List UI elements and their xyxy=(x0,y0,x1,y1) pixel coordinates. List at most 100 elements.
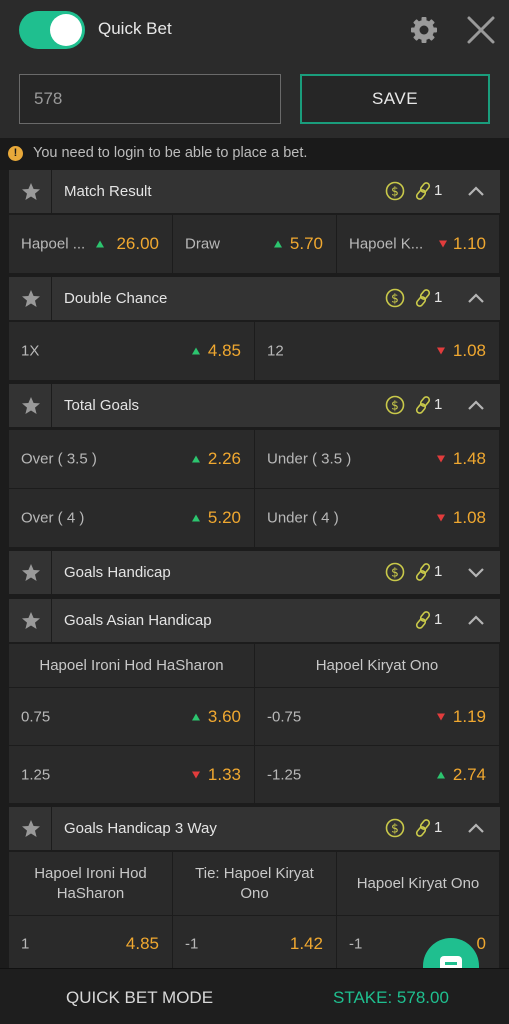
chevron-up-icon[interactable] xyxy=(467,821,485,835)
odds-up-icon xyxy=(96,240,104,248)
favorite-star[interactable] xyxy=(9,384,52,428)
close-icon[interactable] xyxy=(466,14,496,46)
warning-icon: ! xyxy=(8,146,23,161)
outcome-label: Draw xyxy=(185,235,221,253)
warning-text: You need to login to be able to place a … xyxy=(33,145,308,161)
market-count: 1 xyxy=(434,563,443,580)
odds-value: 1.10 xyxy=(452,234,486,253)
outcome-cell[interactable]: Hapoel ... 26.00 xyxy=(9,215,173,274)
team-header: Hapoel Ironi Hod HaSharon xyxy=(9,644,255,688)
odds-value: 4.85 xyxy=(125,933,159,953)
market-title: Match Result xyxy=(64,183,152,200)
outcome-label: Hapoel K... xyxy=(349,235,424,253)
odds-down-icon xyxy=(437,455,445,463)
outcome-cell[interactable]: Over ( 3.5 ) 2.26 xyxy=(9,430,255,489)
svg-text:$: $ xyxy=(391,566,399,580)
team-header: Hapoel Ironi Hod HaSharon xyxy=(9,852,173,916)
dollar-icon: $ xyxy=(385,395,405,415)
outcome-cell[interactable]: 1.25 1.33 xyxy=(9,746,255,804)
favorite-star[interactable] xyxy=(9,599,52,643)
stake-input[interactable]: 578 xyxy=(19,74,281,124)
link-icon xyxy=(415,289,431,307)
quick-bet-toggle[interactable] xyxy=(19,11,85,49)
odds-value: 5.70 xyxy=(289,234,323,253)
outcome-cell[interactable]: 1 4.85 xyxy=(9,916,173,972)
outcome-cell[interactable]: 12 1.08 xyxy=(255,322,500,381)
odds-up-icon xyxy=(437,771,445,778)
outcome-cell[interactable]: 0.75 3.60 xyxy=(9,688,255,746)
outcome-label: -1 xyxy=(349,935,363,952)
favorite-star[interactable] xyxy=(9,277,52,321)
team-header: Hapoel Kiryat Ono xyxy=(255,644,500,688)
market-count: 1 xyxy=(434,289,443,306)
odds-value: 1.19 xyxy=(452,706,486,726)
chevron-up-icon[interactable] xyxy=(467,184,485,198)
market-title: Goals Handicap xyxy=(64,564,171,581)
outcome-label: 1X xyxy=(21,342,40,360)
star-icon xyxy=(22,183,40,200)
market-header-match-result[interactable]: Match Result $ 1 xyxy=(9,170,500,214)
outcome-label: -1.25 xyxy=(267,766,302,783)
star-icon xyxy=(22,290,40,307)
odds-value: 1.48 xyxy=(452,449,486,468)
link-icon xyxy=(415,182,431,200)
bottom-bar: QUICK BET MODE STAKE: 578.00 xyxy=(0,968,509,1024)
odds-value: 0 xyxy=(476,933,486,953)
odds-up-icon xyxy=(192,514,200,522)
market-header-goals-asian-handicap[interactable]: Goals Asian Handicap 1 xyxy=(9,599,500,643)
favorite-star[interactable] xyxy=(9,551,52,595)
team-header: Hapoel Kiryat Ono xyxy=(337,852,500,916)
outcome-label: Over ( 3.5 ) xyxy=(21,450,97,468)
outcome-cell[interactable]: -1 1.42 xyxy=(173,916,337,972)
chevron-up-icon[interactable] xyxy=(467,398,485,412)
market-count: 1 xyxy=(434,611,443,628)
save-button[interactable]: SAVE xyxy=(300,74,490,124)
outcome-cell[interactable]: Under ( 4 ) 1.08 xyxy=(255,489,500,548)
outcome-label: Under ( 3.5 ) xyxy=(267,450,352,468)
outcome-cell[interactable]: Under ( 3.5 ) 1.48 xyxy=(255,430,500,489)
market-header-double-chance[interactable]: Double Chance $ 1 xyxy=(9,277,500,321)
dollar-icon: $ xyxy=(385,181,405,201)
odds-up-icon xyxy=(192,455,200,463)
link-icon xyxy=(415,396,431,414)
outcome-cell[interactable]: Draw 5.70 xyxy=(173,215,337,274)
market-header-total-goals[interactable]: Total Goals $ 1 xyxy=(9,384,500,428)
chevron-down-icon[interactable] xyxy=(467,565,485,579)
market-header-goals-handicap-3way[interactable]: Goals Handicap 3 Way $ 1 xyxy=(9,807,500,851)
odds-value: 5.20 xyxy=(207,508,241,527)
outcome-label: 1 xyxy=(21,935,30,952)
market-title: Goals Asian Handicap xyxy=(64,612,212,629)
favorite-star[interactable] xyxy=(9,170,52,214)
odds-value: 1.42 xyxy=(289,933,323,953)
odds-down-icon xyxy=(437,514,445,522)
outcome-cell[interactable]: -1.25 2.74 xyxy=(255,746,500,804)
gear-icon[interactable] xyxy=(408,14,440,46)
team-header: Tie: Hapoel Kiryat Ono xyxy=(173,852,337,916)
star-icon xyxy=(22,820,40,837)
odds-value: 2.74 xyxy=(452,764,486,784)
svg-text:$: $ xyxy=(391,822,399,836)
dollar-icon: $ xyxy=(385,562,405,582)
outcome-label: 12 xyxy=(267,342,284,360)
login-warning: ! You need to login to be able to place … xyxy=(0,138,509,170)
odds-value: 4.85 xyxy=(207,341,241,360)
outcome-cell[interactable]: 1X 4.85 xyxy=(9,322,255,381)
outcome-cell[interactable]: -0.75 1.19 xyxy=(255,688,500,746)
quick-bet-label: Quick Bet xyxy=(98,19,172,38)
star-icon xyxy=(22,612,40,629)
odds-down-icon xyxy=(192,771,200,778)
chevron-up-icon[interactable] xyxy=(467,291,485,305)
market-header-goals-handicap[interactable]: Goals Handicap $ 1 xyxy=(9,551,500,595)
favorite-star[interactable] xyxy=(9,807,52,851)
quick-bet-mode-label: QUICK BET MODE xyxy=(66,988,214,1007)
odds-down-icon xyxy=(437,713,445,720)
outcome-cell[interactable]: Hapoel K... 1.10 xyxy=(337,215,500,274)
dollar-icon: $ xyxy=(385,818,405,838)
odds-up-icon xyxy=(274,240,282,248)
market-count: 1 xyxy=(434,819,443,836)
outcome-label: -1 xyxy=(185,935,199,952)
outcome-cell[interactable]: Over ( 4 ) 5.20 xyxy=(9,489,255,548)
market-title: Total Goals xyxy=(64,397,140,414)
star-icon xyxy=(22,564,40,581)
chevron-up-icon[interactable] xyxy=(467,613,485,627)
